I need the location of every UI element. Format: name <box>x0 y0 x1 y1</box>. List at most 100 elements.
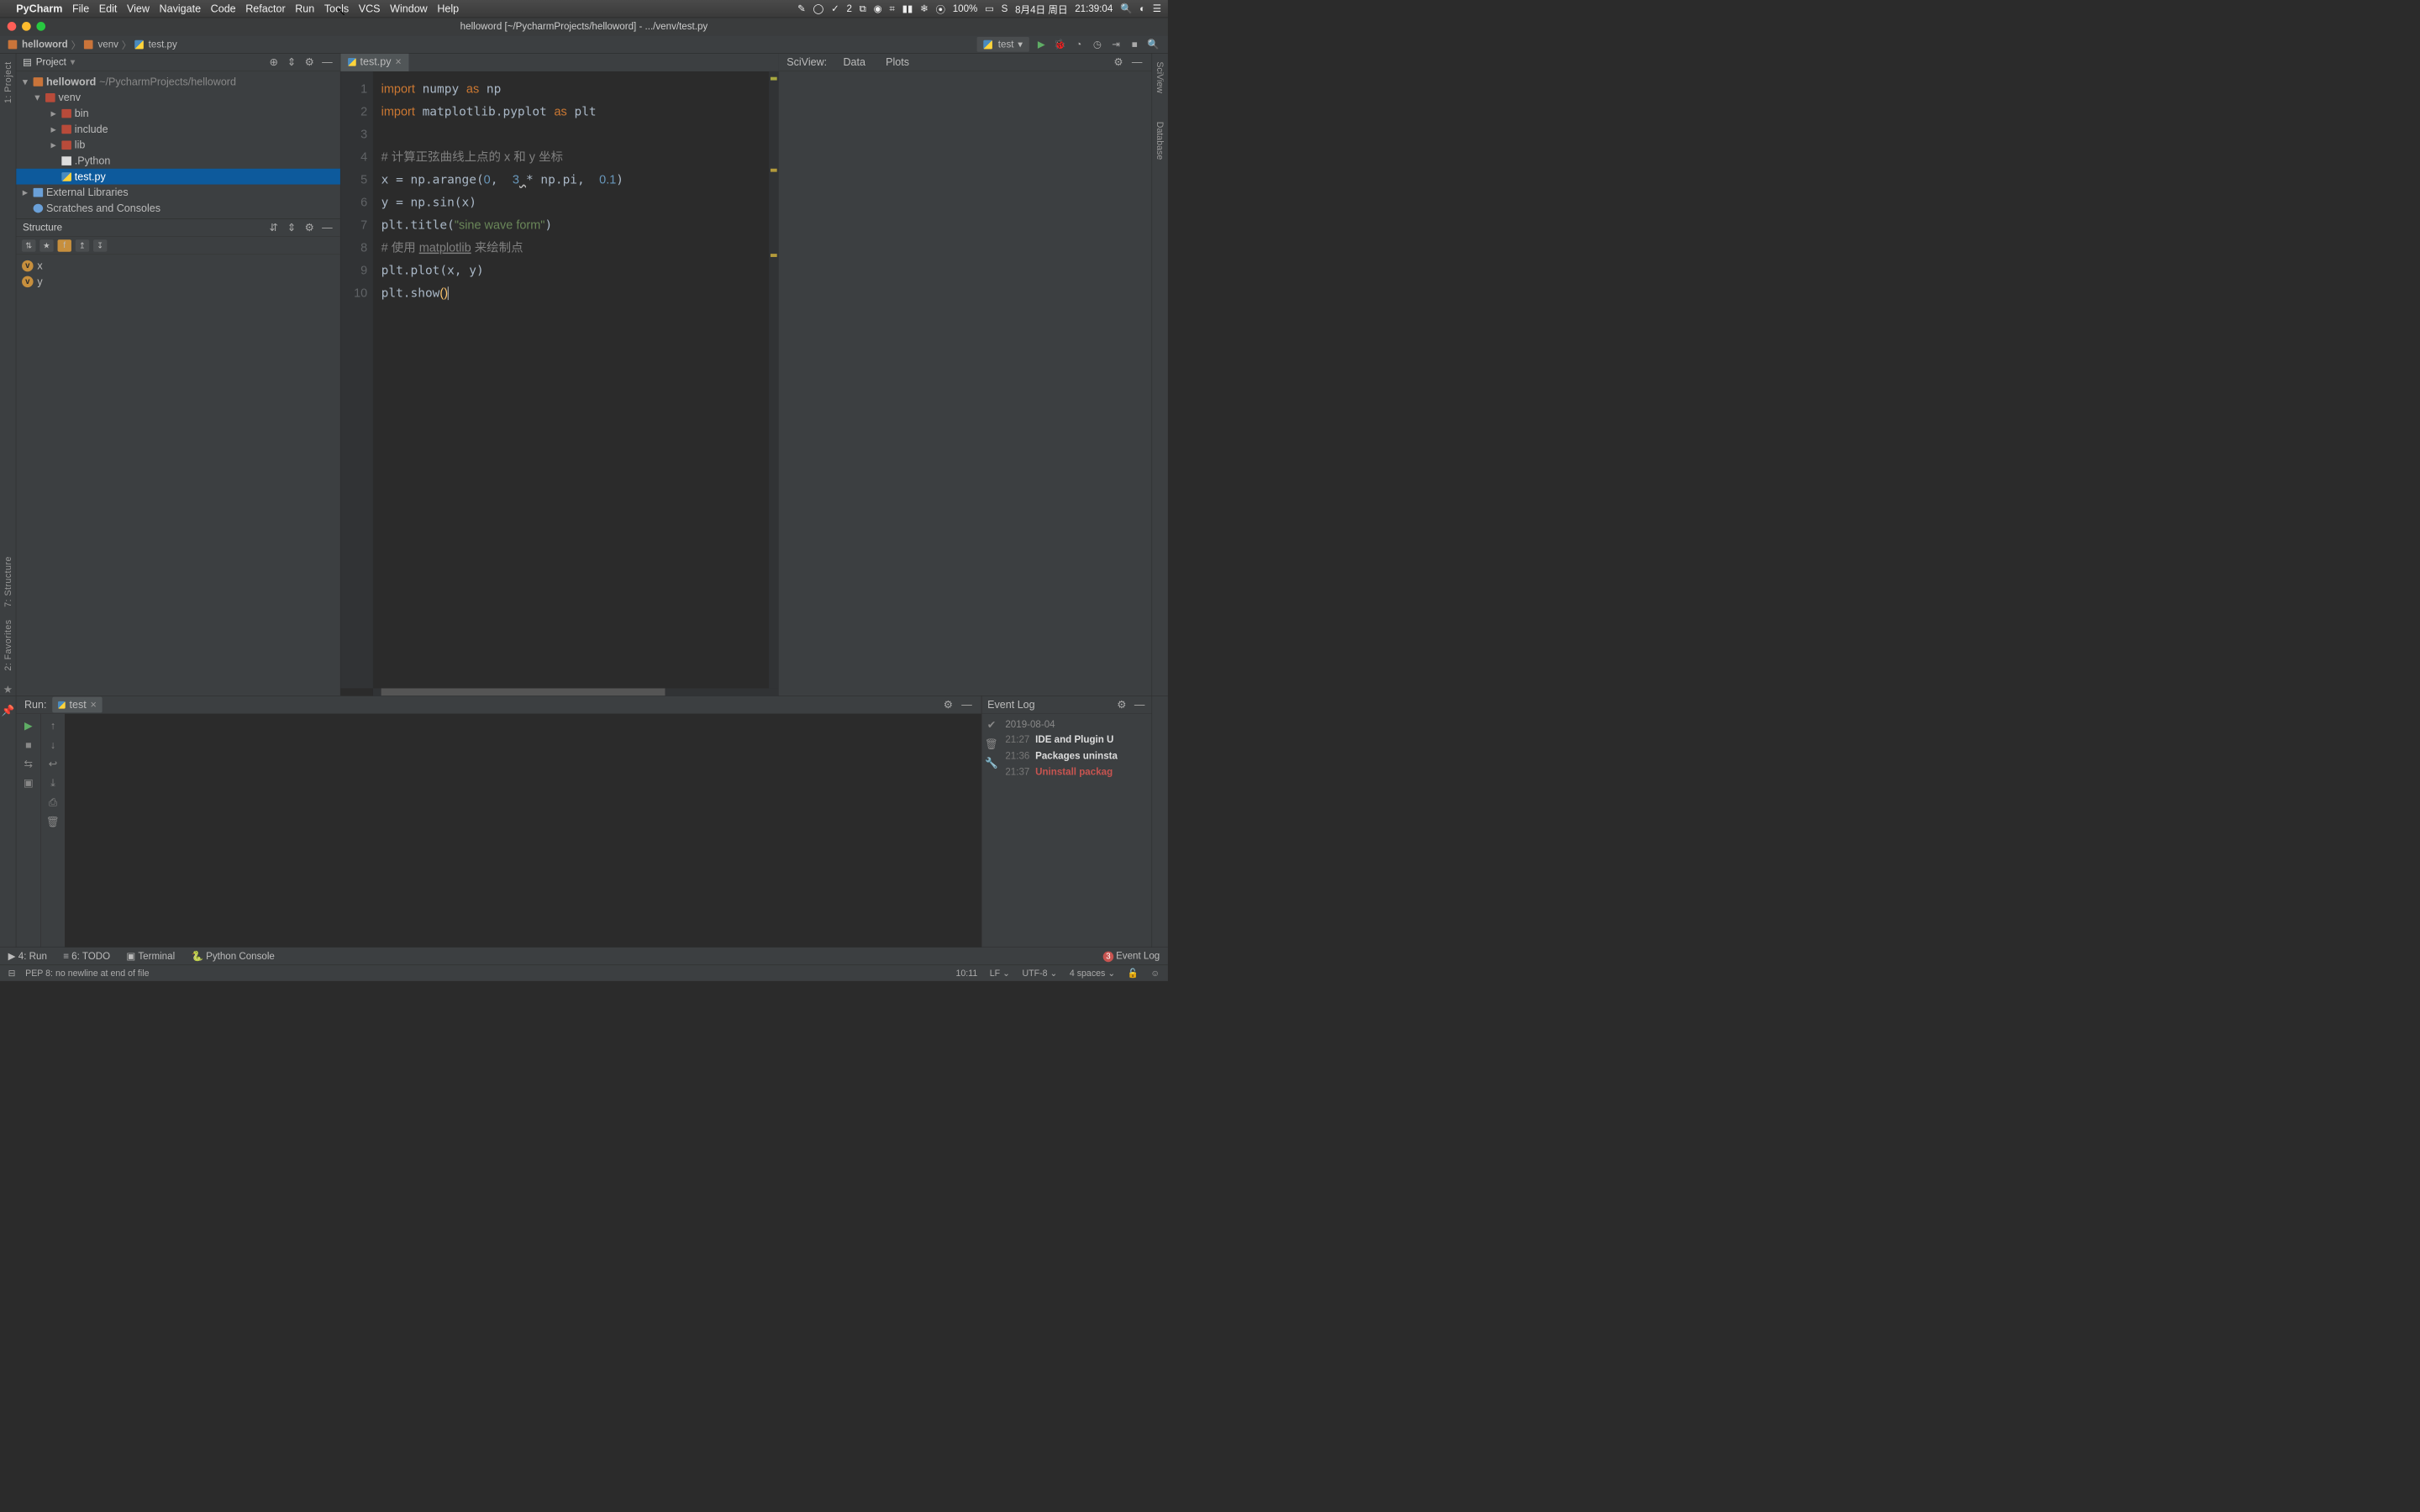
menu-navigate[interactable]: Navigate <box>160 3 202 15</box>
notification-center-icon[interactable]: ☰ <box>1153 3 1161 14</box>
menu-help[interactable]: Help <box>437 3 459 15</box>
screenshot-icon[interactable]: ⌗ <box>889 3 895 15</box>
tool-terminal[interactable]: ▣ Terminal <box>126 950 175 962</box>
collapse-icon[interactable]: ⇕ <box>285 55 297 68</box>
trash-icon[interactable]: 🗑 <box>985 738 998 750</box>
tool-tab-sciview[interactable]: SciView <box>1155 61 1165 93</box>
menu-edit[interactable]: Edit <box>99 3 118 15</box>
print-icon[interactable]: ⎙ <box>49 796 57 809</box>
event-log-row[interactable]: 21:37Uninstall packag <box>1005 764 1147 780</box>
menu-window[interactable]: Window <box>390 3 428 15</box>
minimize-window-icon[interactable] <box>22 22 31 31</box>
hector-icon[interactable]: ☺ <box>1150 968 1160 979</box>
mark-read-icon[interactable]: ✔ <box>987 719 997 732</box>
lock-icon[interactable]: 🔓 <box>1128 968 1139 979</box>
traffic-lights[interactable] <box>8 22 45 31</box>
pin-tab-icon[interactable]: ▣ <box>24 777 34 790</box>
tool-python-console[interactable]: 🐍 Python Console <box>191 950 274 962</box>
caret-position[interactable]: 10:11 <box>955 968 977 979</box>
event-log-button[interactable]: 3Event Log <box>1103 950 1160 962</box>
panel-icon[interactable]: ▮▮ <box>902 3 913 14</box>
hide-icon[interactable]: — <box>960 698 973 711</box>
debug-button[interactable]: 🐞 <box>1054 38 1066 50</box>
gear-icon[interactable]: ⚙ <box>303 221 316 234</box>
menu-file[interactable]: File <box>72 3 89 15</box>
menu-refactor[interactable]: Refactor <box>245 3 285 15</box>
coverage-button[interactable]: ◔ <box>1072 38 1085 50</box>
tool-tab-favorites[interactable]: 2: Favorites <box>3 619 13 670</box>
tool-tab-structure[interactable]: 7: Structure <box>3 556 13 607</box>
filter-icon[interactable]: ★ <box>39 239 53 251</box>
menu-vcs[interactable]: VCS <box>359 3 381 15</box>
tool-tab-project[interactable]: 1: Project <box>3 61 13 103</box>
run-tab[interactable]: test × <box>52 697 102 713</box>
layout-icon[interactable]: ⇆ <box>24 758 34 770</box>
siri-icon[interactable]: ◐ <box>1139 3 1145 15</box>
stop-icon[interactable]: ■ <box>25 738 32 751</box>
tree-node-python-cfg[interactable]: .Python <box>16 153 340 169</box>
close-window-icon[interactable] <box>8 22 17 31</box>
tool-todo[interactable]: ≡ 6: TODO <box>63 950 110 962</box>
run-console-output[interactable] <box>65 714 981 947</box>
tool-run[interactable]: ▶ 4: Run <box>8 950 47 962</box>
macos-menubar[interactable]: PyCharm File Edit View Navigate Code Ref… <box>0 0 1168 18</box>
gear-icon[interactable]: ⚙ <box>942 698 955 711</box>
stop-button[interactable]: ■ <box>1128 38 1141 50</box>
fields-icon[interactable]: f <box>58 239 71 251</box>
structure-item[interactable]: vx <box>22 258 334 274</box>
trash-icon[interactable]: 🗑 <box>46 816 60 828</box>
down-icon[interactable]: ↓ <box>50 738 55 751</box>
crumb-file[interactable]: test.py <box>149 39 177 50</box>
horizontal-scrollbar[interactable] <box>373 688 779 696</box>
hide-icon[interactable]: — <box>321 221 334 234</box>
toolbar-btn[interactable]: ↥ <box>76 239 89 251</box>
tree-node-venv[interactable]: ▾ venv <box>16 90 340 106</box>
tree-node-bin[interactable]: ▸ bin <box>16 105 340 121</box>
crumb-venv[interactable]: venv <box>97 39 118 50</box>
project-panel-title[interactable]: Project <box>36 56 66 68</box>
tree-node-lib[interactable]: ▸ lib <box>16 137 340 153</box>
run-config-selector[interactable]: test ▾ <box>977 37 1029 52</box>
event-log-row[interactable]: 21:36Packages uninsta <box>1005 748 1147 764</box>
export-icon[interactable]: ⤓ <box>50 777 55 790</box>
project-tree[interactable]: ▾ helloword ~/PycharmProjects/helloword … <box>16 71 340 218</box>
snow-icon[interactable]: ❄ <box>920 3 929 14</box>
tree-node-root[interactable]: ▾ helloword ~/PycharmProjects/helloword <box>16 74 340 90</box>
structure-item[interactable]: vy <box>22 274 334 290</box>
evernote-icon[interactable]: ✎ <box>797 3 806 14</box>
wrench-icon[interactable]: 🔧 <box>985 757 998 769</box>
search-everywhere-button[interactable]: 🔍 <box>1147 38 1160 50</box>
hide-icon[interactable]: — <box>1133 698 1145 711</box>
hide-icon[interactable]: — <box>321 55 334 68</box>
toolbar-btn[interactable]: ↧ <box>93 239 107 251</box>
hide-icon[interactable]: — <box>1130 55 1143 68</box>
gear-icon[interactable]: ⚙ <box>1115 698 1128 711</box>
tree-node-external-libs[interactable]: ▸ External Libraries <box>16 185 340 201</box>
editor-tabbar[interactable]: test.py × <box>340 54 778 71</box>
menu-code[interactable]: Code <box>211 3 236 15</box>
menu-view[interactable]: View <box>127 3 150 15</box>
indent[interactable]: 4 spaces ⌄ <box>1070 968 1115 979</box>
code-editor[interactable]: import numpy as np import matplotlib.pyp… <box>373 71 769 689</box>
todo-icon[interactable]: ✓ <box>831 3 839 14</box>
run-button[interactable]: ▶ <box>1035 38 1048 50</box>
crumb-project[interactable]: helloword <box>22 39 68 50</box>
tree-node-include[interactable]: ▸ include <box>16 121 340 137</box>
battery-icon[interactable]: ▭ <box>985 3 994 14</box>
line-ending[interactable]: LF ⌄ <box>990 968 1010 979</box>
ime-icon[interactable]: S <box>1002 3 1008 15</box>
sort-icon[interactable]: ⇅ <box>22 239 35 251</box>
close-tab-icon[interactable]: × <box>395 55 401 68</box>
app-name[interactable]: PyCharm <box>16 3 62 15</box>
expand-icon[interactable]: ⇵ <box>267 221 280 234</box>
attach-button[interactable]: ⇥ <box>1109 38 1122 50</box>
wifi-icon[interactable]: ⦿ <box>935 2 945 16</box>
sciview-tab-data[interactable]: Data <box>839 54 870 71</box>
collapse-all-icon[interactable]: ⇕ <box>285 221 297 234</box>
error-stripe[interactable] <box>769 71 779 689</box>
headset-icon[interactable]: ◯ <box>813 3 823 14</box>
creative-cloud-icon[interactable]: ⧉ <box>860 3 866 15</box>
encoding[interactable]: UTF-8 ⌄ <box>1022 968 1057 979</box>
chevron-down-icon[interactable]: ▾ <box>71 56 76 68</box>
tool-tab-database[interactable]: Database <box>1155 122 1165 160</box>
